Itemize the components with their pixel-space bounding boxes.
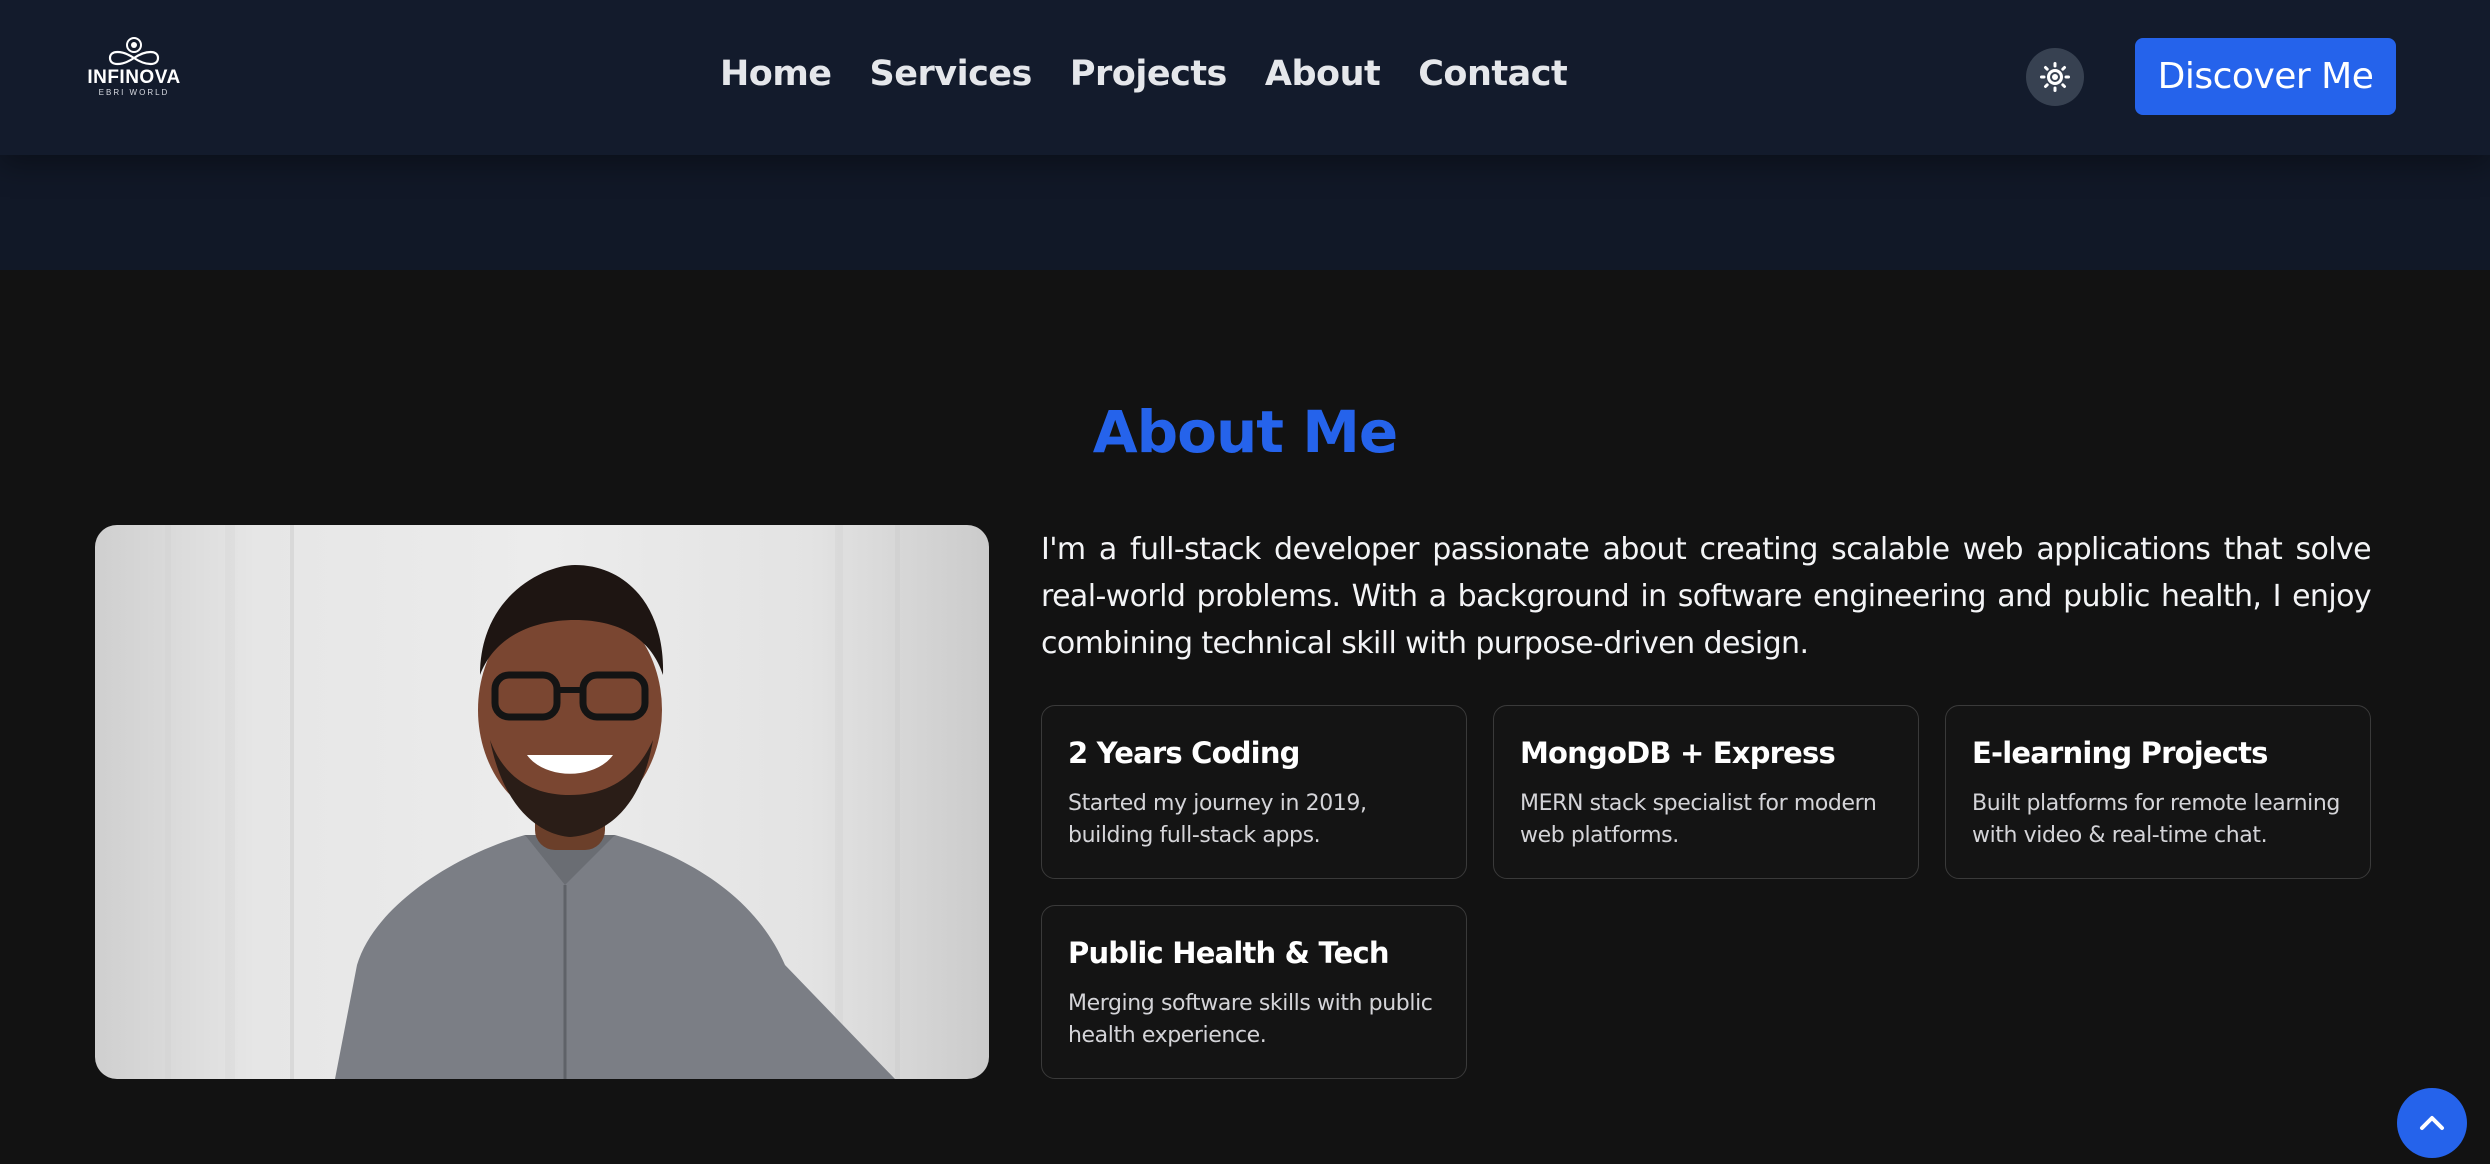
logo-tagline: EBRI WORLD bbox=[98, 88, 170, 97]
scroll-to-top-button[interactable] bbox=[2397, 1088, 2467, 1158]
navbar: INFINOVA EBRI WORLD Home Services Projec… bbox=[0, 0, 2490, 155]
nav-link-services[interactable]: Services bbox=[870, 54, 1033, 94]
portrait-photo bbox=[95, 525, 989, 1079]
nav-link-contact[interactable]: Contact bbox=[1418, 54, 1567, 94]
card-description: MERN stack specialist for modern web pla… bbox=[1520, 791, 1877, 848]
card-description: Started my journey in 2019, building ful… bbox=[1068, 791, 1367, 848]
section-title: About Me bbox=[1092, 398, 1399, 466]
nav-link-about[interactable]: About bbox=[1265, 54, 1381, 94]
card-title: MongoDB + Express bbox=[1520, 736, 1836, 770]
logo-name: INFINOVA bbox=[87, 67, 181, 88]
highlight-card: 2 Years Coding Started my journey in 201… bbox=[1041, 705, 1467, 879]
card-description: Merging software skills with public heal… bbox=[1068, 991, 1433, 1048]
card-title: E-learning Projects bbox=[1972, 736, 2268, 770]
highlight-card: MongoDB + Express MERN stack specialist … bbox=[1493, 705, 1919, 879]
portrait-illustration bbox=[165, 525, 900, 1079]
main-nav: Home Services Projects About Contact bbox=[720, 48, 1568, 100]
bio-paragraph: I'm a full-stack developer passionate ab… bbox=[1041, 532, 2372, 661]
theme-toggle-button[interactable] bbox=[2026, 48, 2084, 106]
card-title: Public Health & Tech bbox=[1068, 936, 1390, 970]
nav-link-projects[interactable]: Projects bbox=[1070, 54, 1228, 94]
sun-icon bbox=[2040, 62, 2070, 92]
card-description: Built platforms for remote learning with… bbox=[1972, 791, 2340, 848]
chevron-up-icon bbox=[2420, 1116, 2444, 1130]
highlight-card: Public Health & Tech Merging software sk… bbox=[1041, 905, 1467, 1079]
nav-link-home[interactable]: Home bbox=[720, 54, 832, 94]
highlight-card: E-learning Projects Built platforms for … bbox=[1945, 705, 2371, 879]
discover-me-button[interactable]: Discover Me bbox=[2135, 38, 2396, 115]
infinity-logo-icon bbox=[108, 37, 160, 66]
site-logo[interactable]: INFINOVA EBRI WORLD bbox=[86, 36, 182, 108]
card-title: 2 Years Coding bbox=[1068, 736, 1300, 770]
